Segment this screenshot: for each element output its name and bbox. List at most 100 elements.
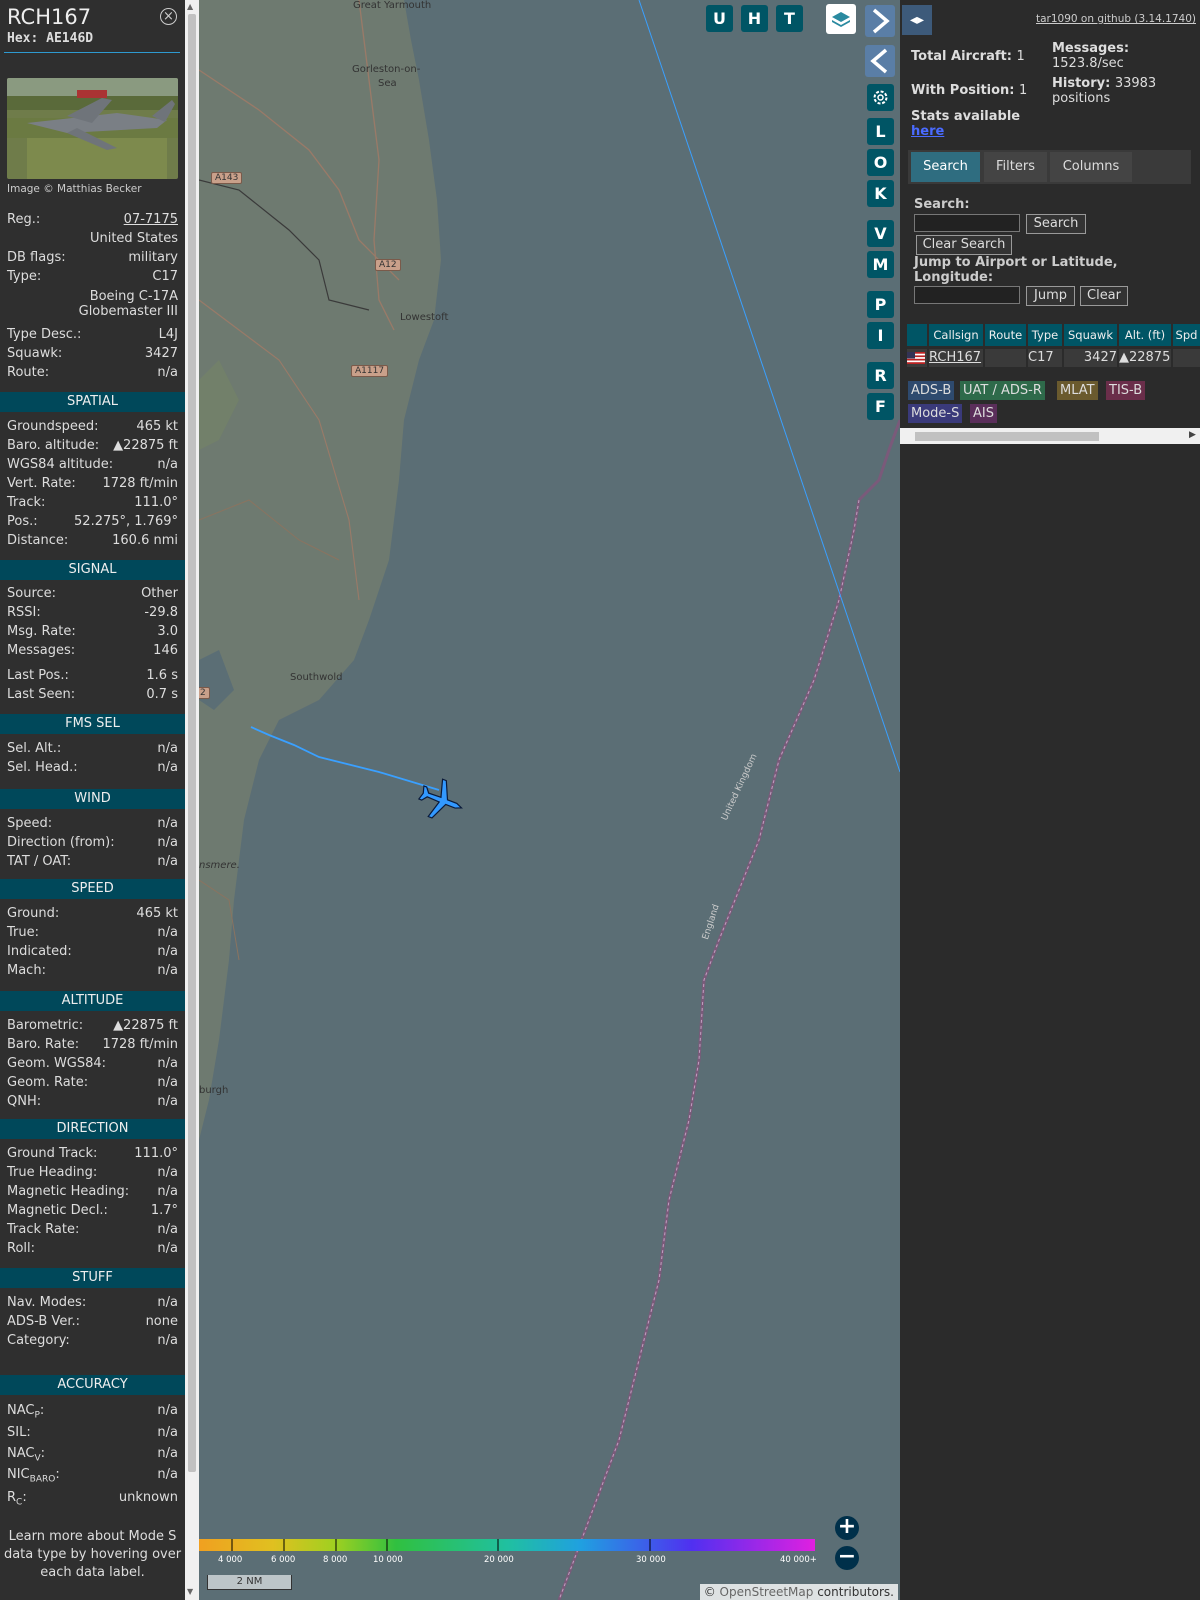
toggle-t-button[interactable]: T [776,5,803,32]
toggle-v-button[interactable]: V [867,220,894,247]
field-label[interactable]: Reg.: [7,212,40,227]
toggle-p-button[interactable]: P [867,291,894,318]
toggle-u-button[interactable]: U [706,5,733,32]
field-label[interactable]: DB flags: [7,250,66,265]
toggle-f-button[interactable]: F [867,393,894,420]
field-label[interactable]: WGS84 altitude: [7,457,113,472]
column-header-altitude[interactable]: Alt. (ft) [1119,324,1171,346]
jump-button[interactable]: Jump [1026,286,1075,306]
field-label[interactable]: Magnetic Decl.: [7,1203,108,1218]
field-label[interactable]: Distance: [7,533,68,548]
scrollbar-thumb[interactable] [188,14,196,1472]
section-header-wind[interactable]: WIND [0,789,185,809]
field-label[interactable]: NICBARO: [7,1467,60,1485]
toggle-i-button[interactable]: I [867,322,894,349]
field-label[interactable]: TAT / OAT: [7,854,71,869]
field-label[interactable]: Route: [7,365,49,380]
search-button[interactable]: Search [1026,214,1086,234]
field-label[interactable]: QNH: [7,1094,41,1109]
field-label[interactable]: Geom. WGS84: [7,1056,106,1071]
section-header-fms[interactable]: FMS SEL [0,714,185,734]
field-label[interactable]: Sel. Alt.: [7,741,61,756]
github-link[interactable]: tar1090 on github (3.14.1740) [1036,13,1196,25]
field-label[interactable]: NACP: [7,1403,44,1421]
field-label[interactable]: Geom. Rate: [7,1075,88,1090]
field-label[interactable]: Messages: [7,643,75,658]
field-label[interactable]: Category: [7,1333,70,1348]
field-label[interactable]: RSSI: [7,605,41,620]
section-header-signal[interactable]: SIGNAL [0,560,185,580]
field-label[interactable]: Pos.: [7,514,38,529]
toggle-r-button[interactable]: R [867,362,894,389]
section-header-accuracy[interactable]: ACCURACY [0,1375,185,1395]
field-label[interactable]: Baro. Rate: [7,1037,79,1052]
column-header-speed[interactable]: Spd [1173,324,1200,346]
toggle-m-button[interactable]: M [867,251,894,278]
layers-icon[interactable] [826,4,856,34]
toggle-l-button[interactable]: L [867,118,894,145]
toggle-k-button[interactable]: K [867,180,894,207]
field-label[interactable]: Msg. Rate: [7,624,76,639]
scroll-up-icon[interactable]: ▲ [187,2,193,11]
field-label[interactable]: Baro. altitude: [7,438,99,453]
field-label[interactable]: True Heading: [7,1165,97,1180]
field-label[interactable]: Roll: [7,1241,35,1256]
tab-filters[interactable]: Filters [984,152,1047,182]
section-header-altitude[interactable]: ALTITUDE [0,991,185,1011]
column-header-type[interactable]: Type [1028,324,1062,346]
clear-button[interactable]: Clear [1080,286,1128,306]
section-header-direction[interactable]: DIRECTION [0,1119,185,1139]
toggle-h-button[interactable]: H [741,5,768,32]
row-callsign[interactable]: RCH167 [929,349,983,367]
aircraft-icon[interactable] [417,776,465,824]
field-label[interactable]: Speed: [7,816,52,831]
close-icon[interactable]: × [160,8,177,25]
stats-link[interactable]: here [911,124,944,139]
field-label[interactable]: Barometric: [7,1018,83,1033]
map-view[interactable]: Great Yarmouth Gorleston-on- Sea Lowesto… [199,0,900,1600]
field-label[interactable]: Last Seen: [7,687,75,702]
field-label[interactable]: Squawk: [7,346,62,361]
field-label[interactable]: Sel. Head.: [7,760,78,775]
toggle-sidebar-icon[interactable]: ◂▸ [902,5,932,35]
field-label[interactable]: Type: [7,269,41,284]
prev-icon[interactable] [865,45,895,77]
table-scrollbar[interactable]: ▶ [900,428,1200,444]
field-label[interactable]: Track Rate: [7,1222,79,1237]
field-label[interactable]: NACV: [7,1446,45,1464]
scroll-right-icon[interactable]: ▶ [1189,430,1196,440]
field-label[interactable]: Vert. Rate: [7,476,76,491]
tab-search[interactable]: Search [911,152,980,182]
column-header-squawk[interactable]: Squawk [1064,324,1117,346]
field-label[interactable]: SIL: [7,1425,31,1440]
field-label[interactable]: Type Desc.: [7,327,81,342]
field-label[interactable]: ADS-B Ver.: [7,1314,80,1329]
jump-input[interactable] [914,286,1020,304]
field-label[interactable]: Groundspeed: [7,419,98,434]
field-label[interactable]: True: [7,925,39,940]
field-label[interactable]: Ground: [7,906,59,921]
column-header-flag[interactable] [907,324,927,346]
section-header-spatial[interactable]: SPATIAL [0,392,185,412]
zoom-out-button[interactable]: − [835,1546,859,1570]
field-label[interactable]: Direction (from): [7,835,115,850]
field-label[interactable]: Nav. Modes: [7,1295,86,1310]
toggle-o-button[interactable]: O [867,149,894,176]
registration-link[interactable]: 07-7175 [124,212,178,227]
field-label[interactable]: Last Pos.: [7,668,69,683]
zoom-in-button[interactable]: + [835,1516,859,1540]
scroll-down-icon[interactable]: ▼ [187,1587,193,1596]
next-icon[interactable] [865,5,895,37]
gear-icon[interactable] [867,84,894,111]
field-label[interactable]: RC: [7,1490,27,1508]
field-label[interactable]: Track: [7,495,45,510]
search-input[interactable] [914,214,1020,232]
clear-search-button[interactable]: Clear Search [916,235,1012,255]
column-header-route[interactable]: Route [985,324,1026,346]
scrollbar-thumb[interactable] [915,432,1099,441]
section-header-speed[interactable]: SPEED [0,879,185,899]
osm-link[interactable]: OpenStreetMap [720,1585,814,1599]
field-label[interactable]: Mach: [7,963,46,978]
info-panel-scrollbar[interactable]: ▲ ▼ [185,0,199,1600]
field-label[interactable]: Ground Track: [7,1146,97,1161]
